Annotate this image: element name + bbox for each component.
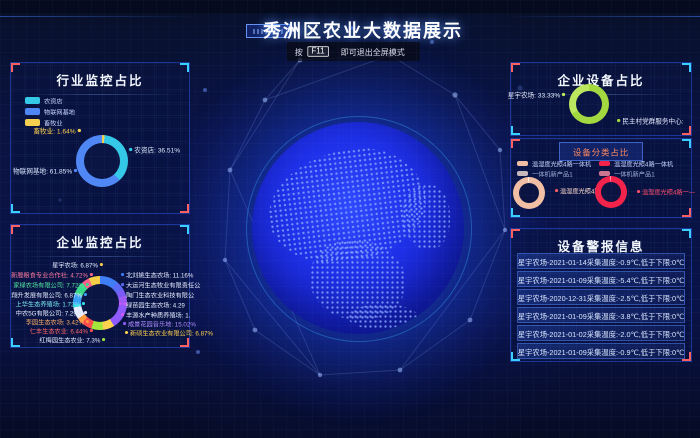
legend-swatch (25, 97, 40, 104)
chart-callout: 新硕生态农业有限公司: 6.87% (125, 328, 213, 337)
callout-dot (562, 93, 565, 96)
classification-donut-right[interactable] (595, 176, 627, 208)
donut-hole (576, 91, 602, 117)
legend-swatch (25, 108, 40, 115)
chart-callout: 大运河生态牧业有限责任公 (121, 280, 200, 289)
divider (19, 256, 181, 257)
globe-continent-dots (348, 304, 418, 330)
chart-callout: 畜牧业: 1.64% (34, 126, 81, 136)
callout-dot (121, 313, 124, 316)
chart-callout: 家绿农场有限公司: 7.72% (13, 280, 89, 289)
callout-dot (84, 293, 87, 296)
chart-callout: 李园生态农场: 3.42% (26, 317, 89, 326)
callout-dot (129, 148, 132, 151)
hint-prefix: 按 (295, 46, 303, 58)
chart-callout: 仁丰生态农业: 6.44% (30, 326, 93, 335)
callout-dot (102, 338, 105, 341)
chart-callout: 北刘姚生态农场: 11.16% (121, 270, 193, 279)
alarm-list-item: 星宇农场-2021-01-09采集温度:-3.8℃,低于下限:0℃ (517, 307, 685, 323)
donut-hole (84, 143, 120, 179)
callout-dot (555, 189, 558, 192)
chart-callout: 翔升发展有限公司: 6.87% (11, 290, 87, 299)
chart-callout: 民主村党群服务中心: (617, 116, 684, 126)
globe-continent-dots (402, 184, 450, 250)
chart-callout: 红梅园生态农业: 7.3% (39, 335, 105, 344)
panel-device-ratio: 企业设备占比 星宇农场: 33.33% 民主村党群服务中心: (510, 62, 692, 136)
panel-enterprise-ratio: 企业监控占比 星宇农场: 6.87% 新塍粮食专业合作社: 4.72% 家绿农场… (10, 224, 190, 348)
callout-dot (125, 331, 128, 334)
panel-title: 企业监控占比 (11, 225, 189, 251)
callout-dot (84, 311, 87, 314)
legend-label: 一体机新产品1 (532, 169, 573, 178)
page-title: 秀洲区农业大数据展示 (26, 17, 700, 43)
chart-callout: 星宇农场: 6.87% (52, 260, 103, 269)
legend-swatch (517, 171, 528, 176)
alarm-list-item: 星宇农场-2021-01-09采集温度:-5.4℃,低于下限:0℃ (517, 271, 685, 287)
panel-title: 企业设备占比 (511, 63, 691, 89)
donut-hole (601, 182, 621, 202)
callout-dot (82, 302, 85, 305)
callout-dot (90, 273, 93, 276)
chart-callout: 温湿度光照4路一— (637, 187, 695, 196)
alarm-list-item: 星宇农场-2020-12-31采集温度:-2.5℃,低于下限:0℃ (517, 289, 685, 305)
panel-title: 行业监控占比 (11, 63, 189, 89)
panel-device-classification: 设备分类占比 温湿度光照4路一体机 一体机新产品1 温湿度光照4路一— 温湿度光… (510, 138, 692, 218)
hint-suffix: 即可退出全屏模式 (340, 46, 404, 58)
chart-callout: 上华生态养殖场: 1.72% (16, 299, 85, 308)
donut-hole (519, 183, 539, 203)
top-strip (0, 0, 700, 14)
panel-device-alarms: 设备警报信息 星宇农场-2021-01-14采集温度:-0.9℃,低于下限:0℃… (510, 228, 692, 362)
chart-callout: 绿苗园生态农场: 4.29 (121, 300, 185, 309)
industry-donut-chart[interactable] (76, 135, 128, 187)
callout-dot (90, 329, 93, 332)
fullscreen-hint: 按 F11 即可退出全屏模式 (287, 42, 420, 61)
callout-dot (123, 322, 126, 325)
callout-dot (74, 169, 77, 172)
alarm-list-item: 星宇农场-2021-01-02采集温度:-2.0℃,低于下限:0℃ (517, 325, 685, 341)
callout-dot (86, 283, 89, 286)
alarm-list-item: 星宇农场-2021-01-14采集温度:-0.9℃,低于下限:0℃ (517, 253, 685, 269)
callout-dot (86, 320, 89, 323)
chart-callout: 农资店: 36.51% (129, 145, 180, 155)
chart-callout: 物联网基地: 61.85% (13, 166, 77, 176)
globe (252, 122, 464, 334)
callout-dot (100, 263, 103, 266)
chart-callout: 星宇农场: 33.33% (507, 90, 565, 100)
dashboard-screen: 秀洲区农业大数据展示 按 F11 即可退出全屏模式 行业监控占比 农资店 物联网… (0, 0, 700, 438)
device-donut-chart[interactable] (569, 84, 609, 124)
legend-label: 一体机新产品1 (614, 169, 655, 178)
chart-callout: 陶门生态农业科技有限公 (121, 290, 194, 299)
chart-callout: 丰源水产种质养殖场: 1. (121, 310, 190, 319)
callout-dot (121, 293, 124, 296)
callout-dot (617, 119, 620, 122)
callout-dot (78, 129, 81, 132)
chart-callout: 成景花园音乐地: 15.02% (123, 319, 196, 328)
chart-callout: 新塍粮食专业合作社: 4.72% (11, 270, 93, 279)
callout-dot (121, 303, 124, 306)
panel-title: 设备警报信息 (511, 229, 691, 255)
alarm-list-item: 星宇农场-2021-01-09采集温度:-0.9℃,低于下限:0℃ (517, 343, 685, 359)
callout-dot (121, 273, 124, 276)
callout-dot (121, 283, 124, 286)
panel-industry-ratio: 行业监控占比 农资店 物联网基地 畜牧业 畜牧业: 1.64% 农资店: 36.… (10, 62, 190, 214)
callout-dot (637, 190, 640, 193)
chart-callout: 中农5G有限公司: 7.29% (16, 308, 87, 317)
classification-donut-left[interactable] (513, 177, 545, 209)
f11-key-badge: F11 (307, 46, 328, 56)
